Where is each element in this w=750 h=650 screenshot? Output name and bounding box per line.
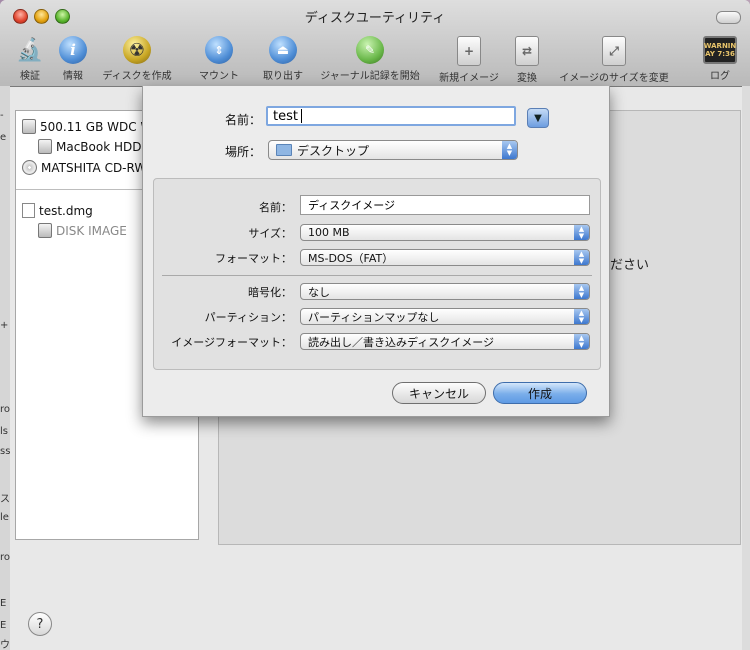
journal-label: ジャーナル記録を開始: [320, 71, 420, 82]
eject-icon: ⏏: [269, 36, 297, 64]
new-image-button[interactable]: + 新規イメージ: [434, 36, 504, 84]
background-text-fragment: le: [0, 512, 9, 523]
resize-image-button[interactable]: ⤢ イメージのサイズを変更: [551, 36, 677, 84]
text-caret: [300, 109, 302, 123]
sidebar-item-label: test.dmg: [39, 203, 93, 218]
encryption-popup[interactable]: なし ▲ ▼: [300, 283, 590, 300]
new-image-label: 新規イメージ: [439, 73, 499, 84]
optical-disc-icon: [22, 160, 37, 175]
volume-icon: [38, 139, 52, 154]
toolbar-toggle-button[interactable]: [716, 11, 741, 24]
mount-button[interactable]: ⇕ マウント: [194, 36, 244, 82]
background-window-strip: - e + ro ls ss ス le ro E E ウ: [0, 86, 10, 650]
eject-button[interactable]: ⏏ 取り出す: [259, 36, 307, 82]
background-text-fragment: ウ: [0, 640, 10, 650]
sidebar-item-volume[interactable]: MacBook HDD: [38, 139, 142, 154]
name-label: 名前：: [224, 113, 261, 127]
image-format-value: 読み出し／書き込みディスクイメージ: [308, 335, 495, 349]
volume-name-label: 名前：: [259, 201, 292, 214]
format-label: フォーマット：: [215, 252, 292, 265]
file-icon: [22, 203, 35, 218]
popup-arrows-icon: ▲ ▼: [574, 284, 589, 299]
title-bar: ディスクユーティリティ 🔬 検証 i 情報 ☢ ディスクを作成 ⇕ マウント ⏏…: [0, 0, 750, 87]
info-icon: i: [59, 36, 87, 64]
size-popup[interactable]: 100 MB ▲ ▼: [300, 224, 590, 241]
new-image-sheet: 名前： test ▼ 場所： デスクトップ ▲ ▼ 名前： ディスクイメージ サイ…: [142, 86, 610, 417]
size-label: サイズ：: [248, 227, 292, 240]
background-text-fragment: E: [0, 620, 7, 631]
window-title: ディスクユーティリティ: [304, 11, 446, 26]
background-text-fragment: ls: [0, 426, 8, 437]
partition-label: パーティション：: [204, 311, 292, 324]
location-popup[interactable]: デスクトップ ▲ ▼: [268, 140, 518, 160]
disk-utility-window: ディスクユーティリティ 🔬 検証 i 情報 ☢ ディスクを作成 ⇕ マウント ⏏…: [0, 0, 750, 650]
cancel-button[interactable]: キャンセル: [392, 382, 486, 404]
background-text-fragment: -: [0, 110, 4, 121]
sidebar-item-label: MacBook HDD: [56, 139, 142, 154]
eject-label: 取り出す: [263, 71, 303, 82]
new-image-icon: +: [457, 36, 481, 66]
background-text-fragment: ro: [0, 552, 11, 563]
image-name-value: test: [273, 108, 298, 124]
convert-icon: ⇄: [515, 36, 539, 66]
sidebar-item-disk-image[interactable]: DISK IMAGE: [38, 223, 127, 238]
background-text-fragment: +: [0, 320, 9, 331]
background-instruction-text: ださい: [610, 258, 650, 273]
sidebar-item-image-file[interactable]: test.dmg: [22, 203, 93, 218]
info-label: 情報: [63, 71, 83, 82]
size-value: 100 MB: [308, 226, 350, 239]
partition-value: パーティションマップなし: [308, 310, 440, 324]
partition-popup[interactable]: パーティションマップなし ▲ ▼: [300, 308, 590, 325]
resize-icon: ⤢: [602, 36, 626, 66]
background-text-fragment: ss: [0, 446, 11, 457]
image-format-popup[interactable]: 読み出し／書き込みディスクイメージ ▲ ▼: [300, 333, 590, 350]
journal-icon: ✎: [356, 36, 384, 64]
burn-button[interactable]: ☢ ディスクを作成: [96, 36, 178, 82]
popup-arrows-icon: ▲ ▼: [574, 334, 589, 349]
image-format-label: イメージフォーマット：: [171, 336, 292, 349]
verify-label: 検証: [20, 71, 40, 82]
convert-label: 変換: [517, 73, 537, 84]
image-options-box: 名前： ディスクイメージ サイズ： 100 MB ▲ ▼ フォーマット： MS-D…: [153, 178, 601, 370]
convert-button[interactable]: ⇄ 変換: [512, 36, 542, 84]
enable-journaling-button[interactable]: ✎ ジャーナル記録を開始: [313, 36, 427, 82]
help-button[interactable]: ?: [28, 612, 52, 636]
volume-name-field[interactable]: ディスクイメージ: [300, 195, 590, 215]
popup-arrows-icon: ▲ ▼: [574, 225, 589, 240]
log-button[interactable]: WARNIN AY 7:36 ログ: [703, 36, 737, 82]
popup-arrows-icon: ▲ ▼: [574, 309, 589, 324]
background-text-fragment: E: [0, 598, 7, 609]
image-name-input[interactable]: test: [266, 106, 516, 126]
background-text-fragment: e: [0, 132, 7, 143]
folder-icon: [276, 144, 292, 156]
location-label: 場所：: [224, 145, 261, 159]
location-value: デスクトップ: [297, 143, 370, 158]
log-label: ログ: [710, 71, 730, 82]
create-button[interactable]: 作成: [493, 382, 587, 404]
verify-button[interactable]: 🔬 検証: [13, 36, 47, 83]
format-popup[interactable]: MS-DOS（FAT） ▲ ▼: [300, 249, 590, 266]
mount-icon: ⇕: [205, 36, 233, 64]
options-separator: [162, 275, 592, 276]
log-icon: WARNIN AY 7:36: [703, 36, 737, 64]
popup-arrows-icon: ▲ ▼: [502, 141, 517, 159]
burn-label: ディスクを作成: [102, 71, 172, 82]
background-text-fragment: ro: [0, 404, 11, 415]
window-right-edge: [742, 86, 750, 650]
popup-arrows-icon: ▲ ▼: [574, 250, 589, 265]
sidebar-item-label: DISK IMAGE: [56, 223, 127, 238]
encryption-value: なし: [308, 285, 330, 299]
hard-disk-icon: [22, 119, 36, 134]
microscope-icon: 🔬: [16, 37, 44, 63]
mount-label: マウント: [199, 71, 239, 82]
encryption-label: 暗号化：: [248, 286, 292, 299]
background-text-fragment: ス: [0, 494, 10, 505]
expand-disclosure-button[interactable]: ▼: [527, 108, 549, 128]
info-button[interactable]: i 情報: [56, 36, 90, 82]
burn-icon: ☢: [123, 36, 151, 64]
format-value: MS-DOS（FAT）: [308, 251, 394, 265]
resize-label: イメージのサイズを変更: [559, 73, 669, 84]
disk-image-icon: [38, 223, 52, 238]
